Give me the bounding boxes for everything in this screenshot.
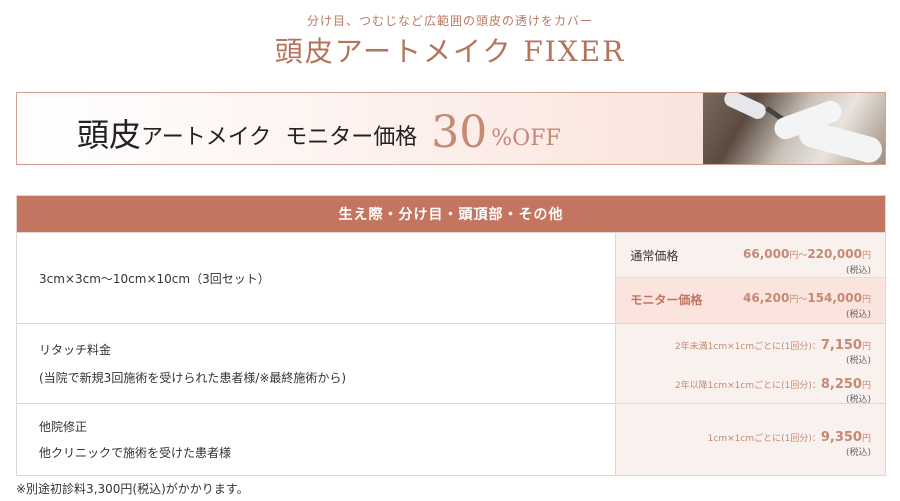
tax-note: (税込)	[845, 356, 871, 366]
page-subtitle: 分け目、つむじなど広範囲の頭皮の透けをカバー	[306, 14, 593, 28]
price-unit: 円	[861, 381, 871, 391]
price-unit: 円	[861, 295, 871, 305]
banner-text-big: 頭皮	[77, 116, 142, 154]
price-table: 生え際・分け目・頭頂部・その他 3cm×3cm〜10cm×10cm（3回セット）…	[16, 195, 886, 476]
banner-text-artmake: アートメイク	[141, 125, 272, 150]
price-unit: 円	[861, 342, 871, 352]
footnote: ※別途初診料3,300円(税込)がかかります。	[16, 482, 249, 496]
retouch-price-over-2y: 2年以降1cm×1cmごとに(1回分)：8,250円 (税込)	[616, 373, 885, 405]
row-prices: 通常価格 66,000円〜220,000円 (税込) モニター価格 46,200…	[615, 233, 885, 323]
glove-icon	[796, 118, 885, 164]
price-value: 7,150	[820, 338, 862, 353]
price-condition: 2年以降1cm×1cmごとに(1回分)：	[674, 381, 821, 391]
retouch-condition: (当院で新規3回施術を受けられた患者様/※最終施術から)	[39, 370, 347, 385]
glove-icon	[721, 93, 769, 122]
monitor-price-label: モニター価格	[630, 293, 703, 307]
price-value: 8,250	[820, 377, 862, 392]
monitor-price-line: モニター価格 46,200円〜154,000円 (税込)	[616, 278, 885, 323]
price-table-heading: 生え際・分け目・頭頂部・その他	[17, 196, 885, 232]
table-row: 他院修正 他クリニックで施術を受けた患者様 1cm×1cmごとに(1回分)：9,…	[17, 403, 885, 475]
price-value: 220,000	[807, 247, 862, 261]
row-prices: 2年未満1cm×1cmごとに(1回分)：7,150円 (税込) 2年以降1cm×…	[615, 324, 885, 405]
price-value: 46,200	[743, 291, 790, 305]
banner-discount-suffix: %OFF	[491, 126, 561, 151]
treatment-photo	[703, 93, 885, 164]
price-separator: 円〜	[789, 251, 808, 261]
price-condition: 2年未満1cm×1cmごとに(1回分)：	[674, 342, 821, 352]
price-separator: 円〜	[789, 295, 808, 305]
normal-price-line: 通常価格 66,000円〜220,000円 (税込)	[616, 233, 885, 278]
tax-note: (税込)	[845, 448, 871, 458]
row-description: 3cm×3cm〜10cm×10cm（3回セット）	[17, 233, 615, 323]
page-title: 頭皮アートメイク FIXER	[274, 35, 626, 68]
price-value: 154,000	[807, 291, 862, 305]
monitor-price-banner: 頭皮 アートメイク モニター価格 30 %OFF	[16, 92, 886, 165]
correction-price: 1cm×1cmごとに(1回分)：9,350円 (税込)	[616, 426, 885, 458]
banner-text: 頭皮 アートメイク モニター価格 30 %OFF	[77, 103, 561, 155]
tax-note: (税込)	[845, 266, 871, 276]
size-range-label: 3cm×3cm〜10cm×10cm（3回セット）	[39, 271, 270, 286]
price-unit: 円	[861, 251, 871, 261]
table-row: 3cm×3cm〜10cm×10cm（3回セット） 通常価格 66,000円〜22…	[17, 232, 885, 323]
row-description: 他院修正 他クリニックで施術を受けた患者様	[17, 404, 615, 475]
price-value: 9,350	[820, 430, 862, 445]
correction-condition: 他クリニックで施術を受けた患者様	[39, 445, 232, 460]
tax-note: (税込)	[845, 310, 871, 320]
retouch-label: リタッチ料金	[39, 342, 112, 357]
row-description: リタッチ料金 (当院で新規3回施術を受けられた患者様/※最終施術から)	[17, 324, 615, 403]
banner-text-monitor: モニター価格	[285, 125, 418, 150]
row-prices: 1cm×1cmごとに(1回分)：9,350円 (税込)	[615, 404, 885, 475]
price-value: 66,000	[743, 247, 790, 261]
table-row: リタッチ料金 (当院で新規3回施術を受けられた患者様/※最終施術から) 2年未満…	[17, 323, 885, 405]
retouch-price-under-2y: 2年未満1cm×1cmごとに(1回分)：7,150円 (税込)	[616, 334, 885, 366]
banner-discount-number: 30	[431, 107, 488, 158]
correction-label: 他院修正	[39, 419, 88, 434]
price-condition: 1cm×1cmごとに(1回分)：	[707, 434, 821, 444]
normal-price-label: 通常価格	[630, 249, 679, 263]
price-unit: 円	[861, 434, 871, 444]
